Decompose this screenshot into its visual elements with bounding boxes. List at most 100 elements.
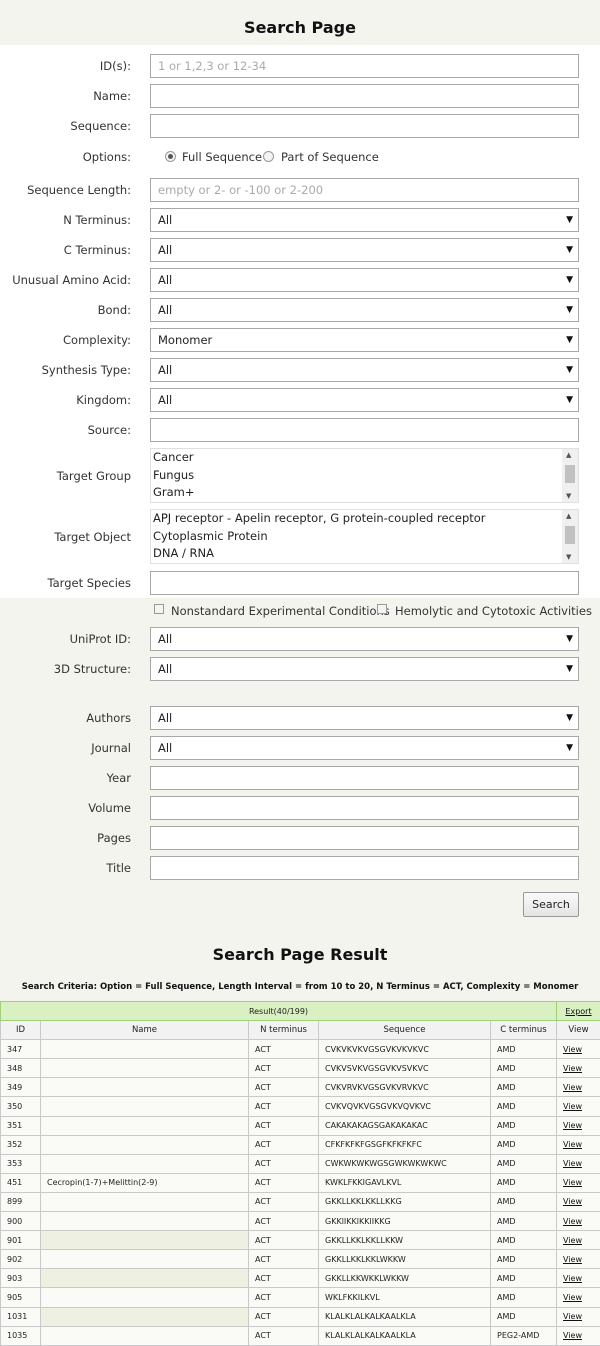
c-terminus-cell: AMD [491,1250,557,1269]
kingdom-select[interactable]: All [150,388,579,412]
view-link-text[interactable]: View [563,1331,582,1340]
id-cell: 347 [1,1040,41,1059]
view-link[interactable]: View [557,1307,600,1326]
title-input[interactable] [150,856,579,880]
view-link-text[interactable]: View [563,1312,582,1321]
c-terminus-cell: AMD [491,1040,557,1059]
target-object-label: Target Object [54,525,131,549]
view-link-text[interactable]: View [563,1064,582,1073]
view-link[interactable]: View [557,1326,600,1345]
part-sequence-label: Part of Sequence [281,145,379,169]
name-input[interactable] [150,84,579,108]
view-link[interactable]: View [557,1078,600,1097]
target-group-option[interactable]: Cancer [151,449,578,467]
id-cell: 901 [1,1231,41,1250]
view-link[interactable]: View [557,1040,600,1059]
sequence-cell: KWKLFKKIGAVLKVL [319,1173,491,1192]
view-link[interactable]: View [557,1212,600,1231]
hemolytic-checkbox[interactable] [377,604,387,614]
view-link[interactable]: View [557,1231,600,1250]
uniprot-select[interactable]: All [150,627,579,651]
target-species-input[interactable] [150,571,579,595]
scroll-down-icon[interactable]: ▼ [566,492,571,500]
view-link-text[interactable]: View [563,1293,582,1302]
nonstandard-checkbox[interactable] [154,604,164,614]
view-link-text[interactable]: View [563,1274,582,1283]
view-link-text[interactable]: View [563,1083,582,1092]
volume-label: Volume [88,796,131,820]
view-link[interactable]: View [557,1173,600,1192]
synthesis-type-row: Synthesis Type: All [0,358,600,382]
full-sequence-label: Full Sequence [182,145,262,169]
pages-input[interactable] [150,826,579,850]
target-group-listbox[interactable]: Cancer Fungus Gram+ ▲ ▼ [150,448,579,503]
target-object-option[interactable]: DNA / RNA [151,545,578,563]
bond-select[interactable]: All [150,298,579,322]
year-input[interactable] [150,766,579,790]
table-row: 901ACTGKKLLKKLKKLLKKWAMDView [1,1231,600,1250]
view-link-text[interactable]: View [563,1159,582,1168]
authors-label: Authors [86,706,131,730]
volume-input[interactable] [150,796,579,820]
ids-input[interactable]: 1 or 1,2,3 or 12-34 [150,54,579,78]
scroll-down-icon[interactable]: ▼ [566,553,571,561]
view-link[interactable]: View [557,1154,600,1173]
view-link-text[interactable]: View [563,1197,582,1206]
n-terminus-cell: ACT [249,1040,319,1059]
seq-length-input[interactable]: empty or 2- or -100 or 2-200 [150,178,579,202]
view-link[interactable]: View [557,1116,600,1135]
view-link[interactable]: View [557,1059,600,1078]
view-link-text[interactable]: View [563,1217,582,1226]
sequence-input[interactable] [150,114,579,138]
view-link-text[interactable]: View [563,1102,582,1111]
part-sequence-radio[interactable] [263,151,274,162]
table-row: 1031ACTKLALKLALKALKAALKLAAMDView [1,1307,600,1326]
c-terminus-cell: AMD [491,1288,557,1307]
column-header: View [557,1021,600,1040]
scroll-thumb[interactable] [565,465,575,483]
view-link-text[interactable]: View [563,1178,582,1187]
view-link[interactable]: View [557,1097,600,1116]
full-sequence-radio[interactable] [165,151,176,162]
authors-select[interactable]: All [150,706,579,730]
uniprot-label: UniProt ID: [70,627,131,651]
view-link-text[interactable]: View [563,1121,582,1130]
view-link[interactable]: View [557,1135,600,1154]
bond-label: Bond: [98,298,131,322]
target-group-option[interactable]: Gram+ [151,484,578,502]
view-link[interactable]: View [557,1192,600,1211]
unusual-aa-select[interactable]: All [150,268,579,292]
view-link[interactable]: View [557,1269,600,1288]
id-cell: 350 [1,1097,41,1116]
view-link-text[interactable]: View [563,1045,582,1054]
c-terminus-select[interactable]: All [150,238,579,262]
view-link[interactable]: View [557,1288,600,1307]
structure-3d-select[interactable]: All [150,657,579,681]
view-link[interactable]: View [557,1250,600,1269]
target-group-option[interactable]: Fungus [151,467,578,485]
journal-select[interactable]: All [150,736,579,760]
scroll-thumb[interactable] [565,526,575,544]
view-link-text[interactable]: View [563,1236,582,1245]
source-input[interactable] [150,418,579,442]
complexity-select[interactable]: Monomer [150,328,579,352]
year-label: Year [107,766,131,790]
view-link-text[interactable]: View [563,1255,582,1264]
table-row: 903ACTGKKLLKKWKKLWKKWAMDView [1,1269,600,1288]
search-criteria: Search Criteria: Option = Full Sequence,… [0,982,600,992]
view-link-text[interactable]: View [563,1140,582,1149]
n-terminus-select[interactable]: All [150,208,579,232]
target-group-scrollbar[interactable]: ▲ ▼ [562,449,578,502]
c-terminus-cell: AMD [491,1059,557,1078]
synthesis-type-select[interactable]: All [150,358,579,382]
search-button[interactable]: Search [523,892,579,917]
target-object-option[interactable]: APJ receptor - Apelin receptor, G protei… [151,510,578,528]
target-object-option[interactable]: Cytoplasmic Protein [151,528,578,546]
scroll-up-icon[interactable]: ▲ [566,512,571,520]
target-object-scrollbar[interactable]: ▲ ▼ [562,510,578,563]
export-link-text[interactable]: Export [565,1007,591,1016]
scroll-up-icon[interactable]: ▲ [566,451,571,459]
export-link[interactable]: Export [557,1002,600,1021]
sequence-cell: CFKFKFKFGSGFKFKFKFC [319,1135,491,1154]
target-object-listbox[interactable]: APJ receptor - Apelin receptor, G protei… [150,509,579,564]
